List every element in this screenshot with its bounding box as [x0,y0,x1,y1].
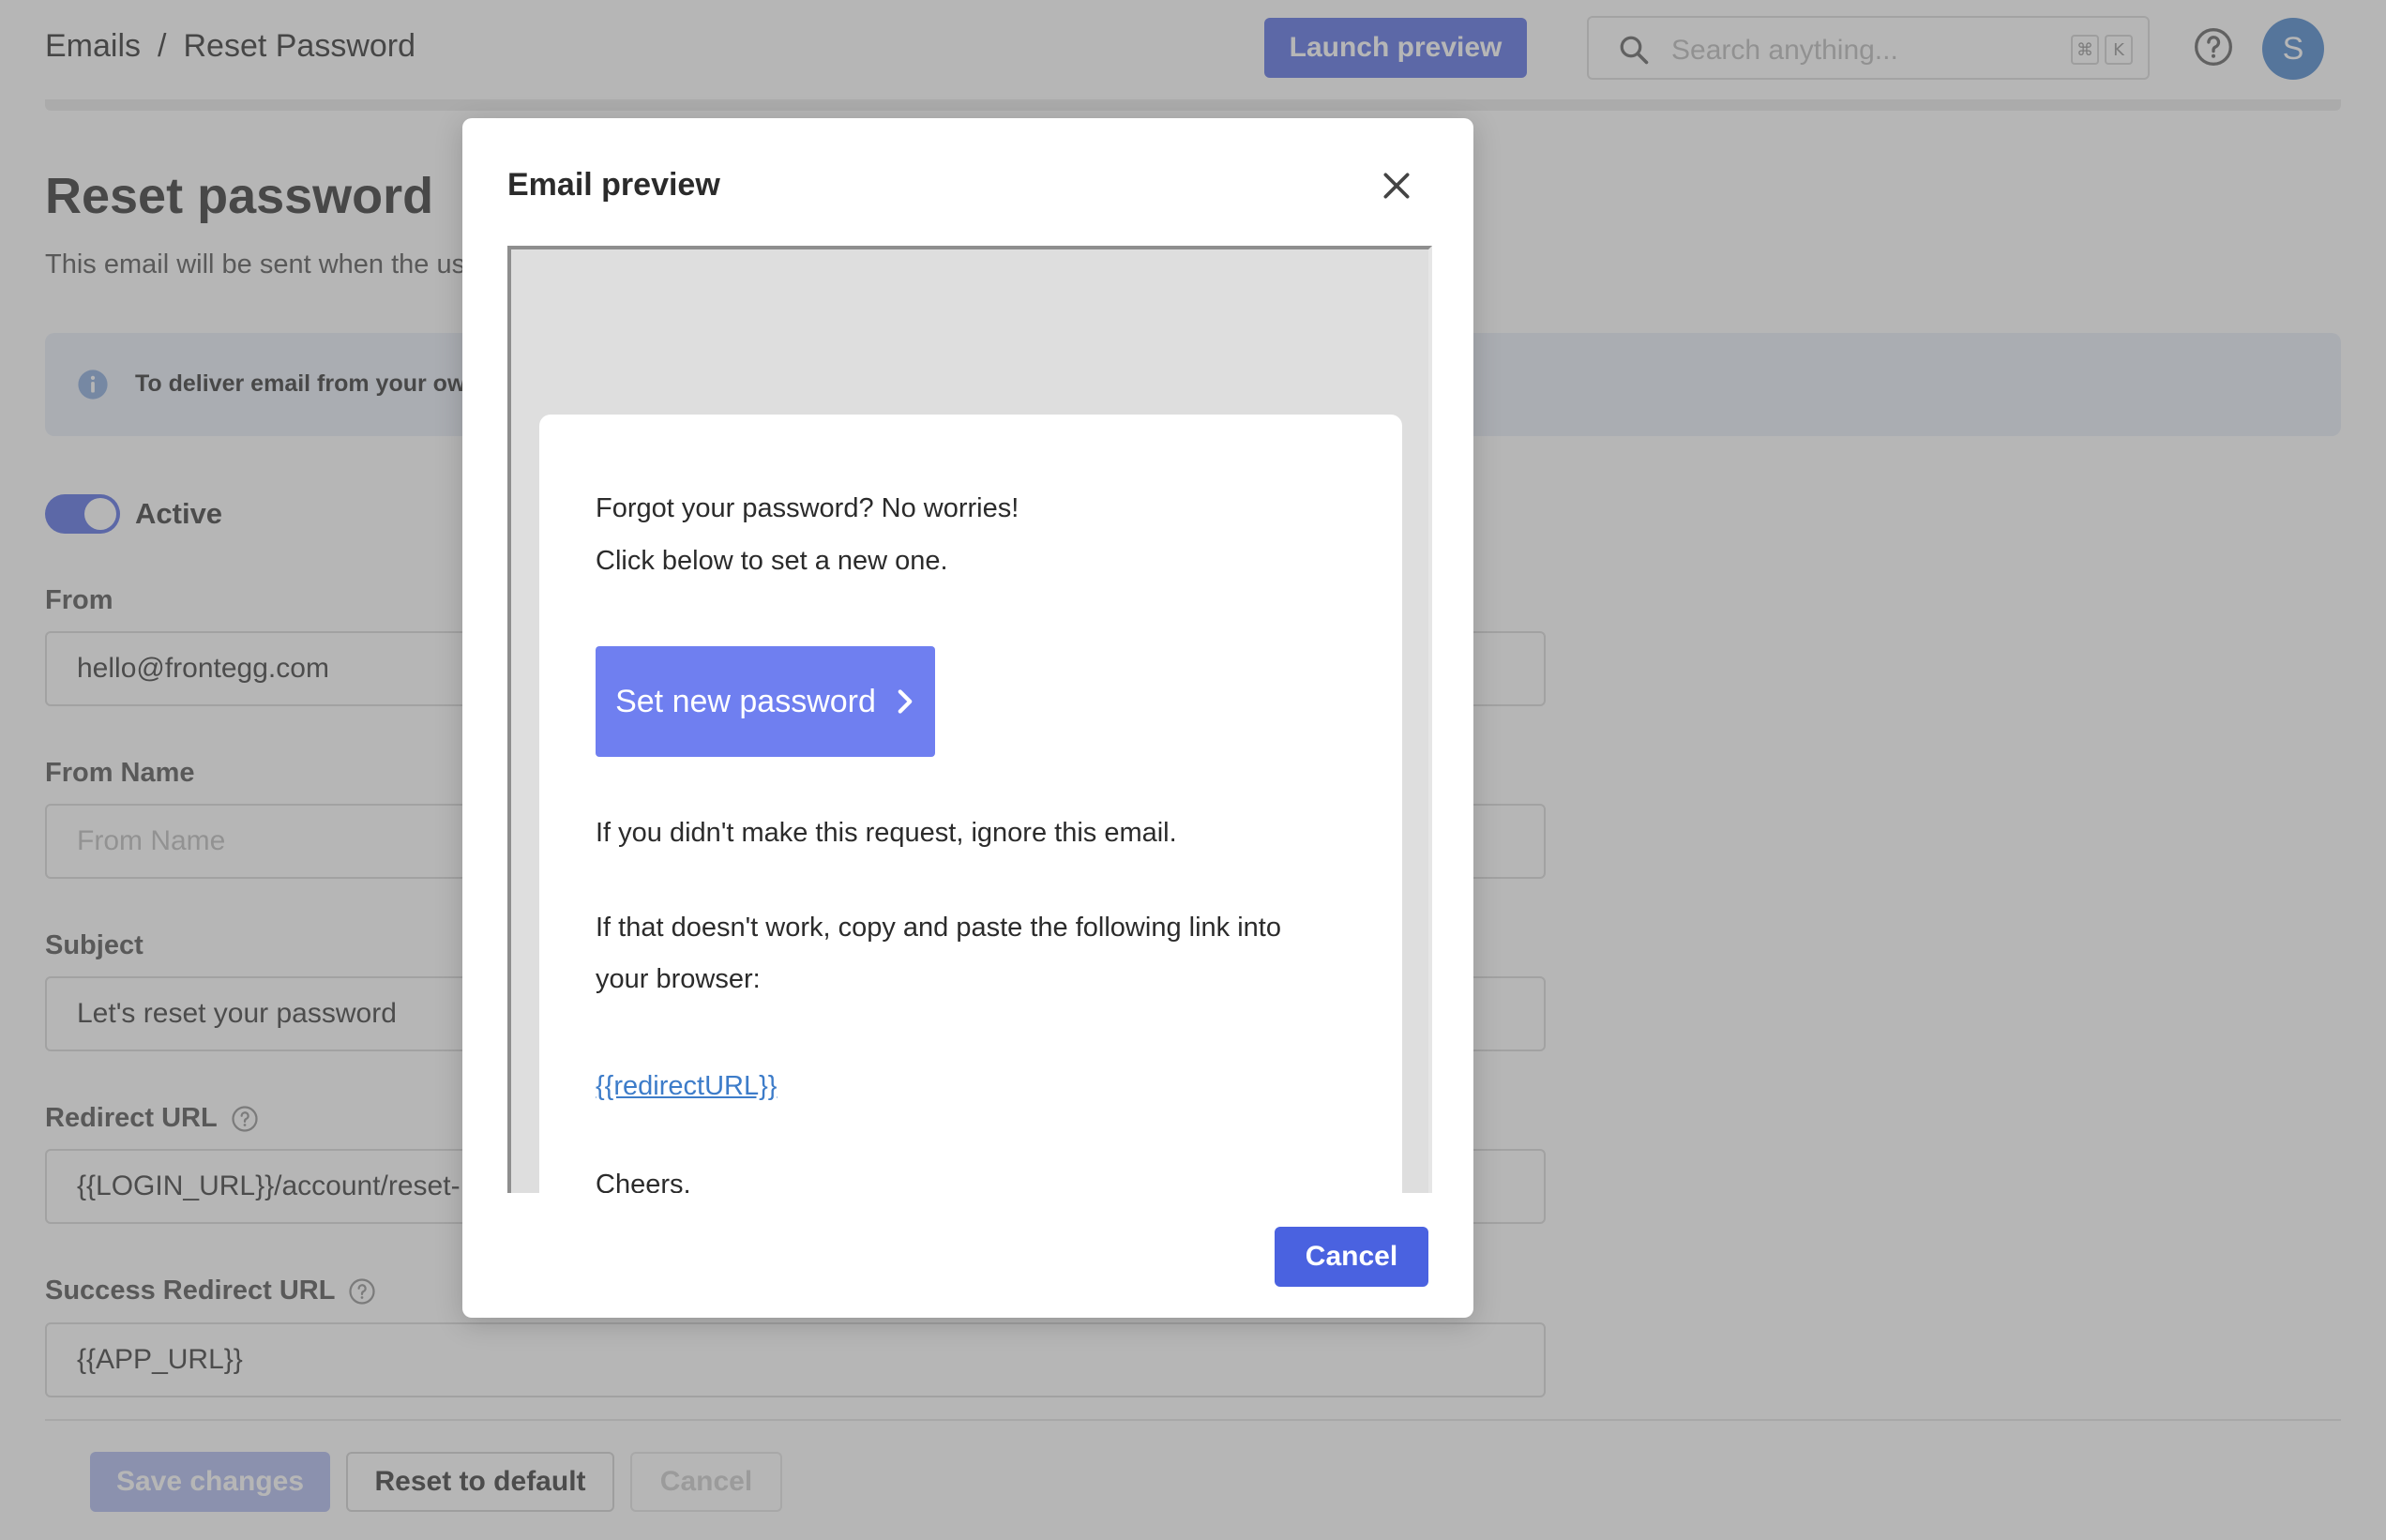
modal-cancel-button[interactable]: Cancel [1275,1227,1428,1287]
set-new-password-label: Set new password [615,683,876,719]
chevron-right-icon [898,689,913,714]
email-copy-text-1: If that doesn't work, copy and paste the… [596,913,1281,943]
email-greeting: Forgot your password? No worries! [596,493,1019,523]
modal-title: Email preview [507,167,720,203]
email-copy-text-2: your browser: [596,964,761,994]
close-icon[interactable] [1378,167,1415,204]
set-new-password-button[interactable]: Set new password [596,646,935,757]
email-preview-frame[interactable]: Forgot your password? No worries! Click … [507,246,1432,1193]
email-card: Forgot your password? No worries! Click … [539,415,1402,1193]
email-instruction: Click below to set a new one. [596,546,948,576]
email-signoff: Cheers, [596,1170,691,1193]
email-ignore-text: If you didn't make this request, ignore … [596,818,1177,848]
email-preview-modal: Email preview Forgot your password? No w… [462,118,1473,1318]
redirect-url-link[interactable]: {{redirectURL}} [596,1071,777,1102]
